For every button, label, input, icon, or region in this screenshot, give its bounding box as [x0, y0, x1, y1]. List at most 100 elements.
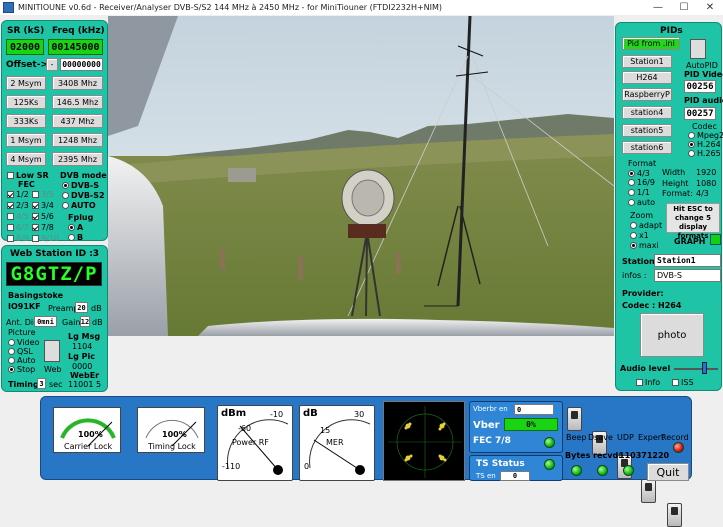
- codec-radio[interactable]: H.265: [688, 149, 721, 158]
- zoom-radio[interactable]: adapt: [630, 221, 662, 230]
- codec-radio[interactable]: H.264: [688, 140, 721, 149]
- sr-preset-button[interactable]: 4 Msym: [6, 152, 46, 166]
- format-radio[interactable]: auto: [628, 198, 655, 207]
- fec-checkbox[interactable]: 9/10: [32, 234, 59, 243]
- timing-input[interactable]: 3: [37, 378, 46, 389]
- format-radio[interactable]: 16/9: [628, 178, 655, 187]
- video-display[interactable]: [108, 16, 614, 336]
- radio-dot[interactable]: [8, 366, 15, 373]
- radio-dot[interactable]: [688, 132, 695, 139]
- freq-preset-button[interactable]: 3408 Mhz: [52, 76, 103, 90]
- vberbr-input[interactable]: 0: [514, 404, 554, 415]
- minimize-button[interactable]: —: [645, 0, 671, 15]
- radio-dot[interactable]: [62, 182, 69, 189]
- radio-dot[interactable]: [630, 242, 637, 249]
- dvb-mode-radio[interactable]: DVB-S2: [62, 191, 105, 200]
- sr-display[interactable]: 02000: [6, 39, 44, 55]
- station-preset-button[interactable]: Station1: [622, 55, 672, 68]
- picture-radio[interactable]: Video: [8, 338, 39, 347]
- info-checkbox[interactable]: Info: [636, 378, 660, 387]
- fec-checkbox[interactable]: 7/8: [32, 223, 54, 232]
- freq-preset-button[interactable]: 146.5 Mhz: [52, 95, 103, 109]
- picture-radio[interactable]: Auto: [8, 356, 36, 365]
- radio-dot[interactable]: [8, 357, 15, 364]
- radio-dot[interactable]: [628, 199, 635, 206]
- fec-checkbox[interactable]: 3/5: [32, 190, 54, 199]
- station-preset-button[interactable]: station4: [622, 106, 672, 119]
- dvb-mode-radio[interactable]: DVB-S: [62, 181, 99, 190]
- checkbox-box[interactable]: [32, 202, 39, 209]
- pid-audio-input[interactable]: 00257: [684, 107, 716, 120]
- radio-dot[interactable]: [628, 170, 635, 177]
- expert-switch[interactable]: [641, 479, 656, 503]
- fec-checkbox[interactable]: 8/9: [7, 234, 29, 243]
- checkbox-box[interactable]: [7, 191, 14, 198]
- format-radio[interactable]: 4/3: [628, 169, 650, 178]
- radio-dot[interactable]: [688, 141, 695, 148]
- freq-preset-button[interactable]: 1248 Mhz: [52, 133, 103, 147]
- fec-checkbox[interactable]: 2/3: [7, 201, 29, 210]
- sr-preset-button[interactable]: 1 Msym: [6, 133, 46, 147]
- graph-toggle[interactable]: [710, 234, 721, 245]
- radio-dot[interactable]: [628, 189, 635, 196]
- fec-checkbox[interactable]: 4/5: [7, 212, 29, 221]
- sr-preset-button[interactable]: 333Ks: [6, 114, 46, 128]
- gain-input[interactable]: 12: [80, 316, 90, 327]
- radio-dot[interactable]: [630, 222, 637, 229]
- checkbox-box[interactable]: [32, 213, 39, 220]
- radio-dot[interactable]: [8, 339, 15, 346]
- beep-switch[interactable]: [567, 407, 582, 431]
- offset-input[interactable]: 00000000: [60, 58, 103, 71]
- fec-checkbox[interactable]: 1/2: [7, 190, 29, 199]
- close-button[interactable]: ✕: [697, 0, 723, 15]
- maximize-button[interactable]: ☐: [671, 0, 697, 15]
- radio-dot[interactable]: [630, 232, 637, 239]
- dvb-mode-radio[interactable]: AUTO: [62, 201, 96, 210]
- codec-radio[interactable]: Mpeg2: [688, 131, 723, 140]
- low-sr-checkbox[interactable]: Low SR: [7, 171, 49, 180]
- checkbox-box[interactable]: [32, 235, 39, 242]
- checkbox-box[interactable]: [32, 191, 39, 198]
- checkbox-box[interactable]: [7, 213, 14, 220]
- station-preset-button[interactable]: H264: [622, 71, 672, 84]
- audio-level-thumb[interactable]: [702, 362, 707, 374]
- station-preset-button[interactable]: RaspberryP: [622, 88, 672, 101]
- offset-minus-button[interactable]: -: [46, 58, 58, 71]
- station-preset-button[interactable]: station6: [622, 141, 672, 154]
- preamp-input[interactable]: 20: [75, 302, 88, 313]
- picture-radio[interactable]: QSL: [8, 347, 33, 356]
- checkbox-box[interactable]: [672, 379, 679, 386]
- radio-dot[interactable]: [8, 348, 15, 355]
- radio-dot[interactable]: [628, 179, 635, 186]
- station-input[interactable]: Station1: [654, 254, 721, 267]
- iss-checkbox[interactable]: ISS: [672, 378, 694, 387]
- checkbox-box[interactable]: [636, 379, 643, 386]
- freq-display[interactable]: 00145000: [48, 39, 103, 55]
- checkbox-box[interactable]: [7, 202, 14, 209]
- sr-preset-button[interactable]: 125Ks: [6, 95, 46, 109]
- fec-checkbox[interactable]: 3/4: [32, 201, 54, 210]
- quit-button[interactable]: Quit: [647, 463, 689, 481]
- freq-preset-button[interactable]: 437 Mhz: [52, 114, 103, 128]
- web-toggle-switch[interactable]: [44, 340, 60, 362]
- checkbox-box[interactable]: [7, 235, 14, 242]
- pid-video-input[interactable]: 00256: [684, 80, 716, 93]
- photo-button[interactable]: photo: [640, 313, 704, 357]
- zoom-radio[interactable]: x1: [630, 231, 649, 240]
- fplug-radio-b[interactable]: B: [68, 233, 83, 242]
- radio-dot[interactable]: [688, 150, 695, 157]
- picture-radio[interactable]: Stop: [8, 365, 35, 374]
- record-switch[interactable]: [667, 503, 682, 527]
- checkbox-box[interactable]: [7, 172, 14, 179]
- ant-dir-input[interactable]: 0mni: [34, 316, 57, 327]
- autopid-switch[interactable]: [690, 39, 706, 59]
- format-radio[interactable]: 1/1: [628, 188, 650, 197]
- checkbox-box[interactable]: [32, 224, 39, 231]
- zoom-radio[interactable]: maxi: [630, 241, 659, 250]
- audio-level-slider[interactable]: [674, 368, 718, 370]
- infos-input[interactable]: DVB-S: [654, 269, 721, 282]
- freq-preset-button[interactable]: 2395 Mhz: [52, 152, 103, 166]
- station-preset-button[interactable]: station5: [622, 124, 672, 137]
- fec-checkbox[interactable]: 5/6: [32, 212, 54, 221]
- radio-dot[interactable]: [68, 234, 75, 241]
